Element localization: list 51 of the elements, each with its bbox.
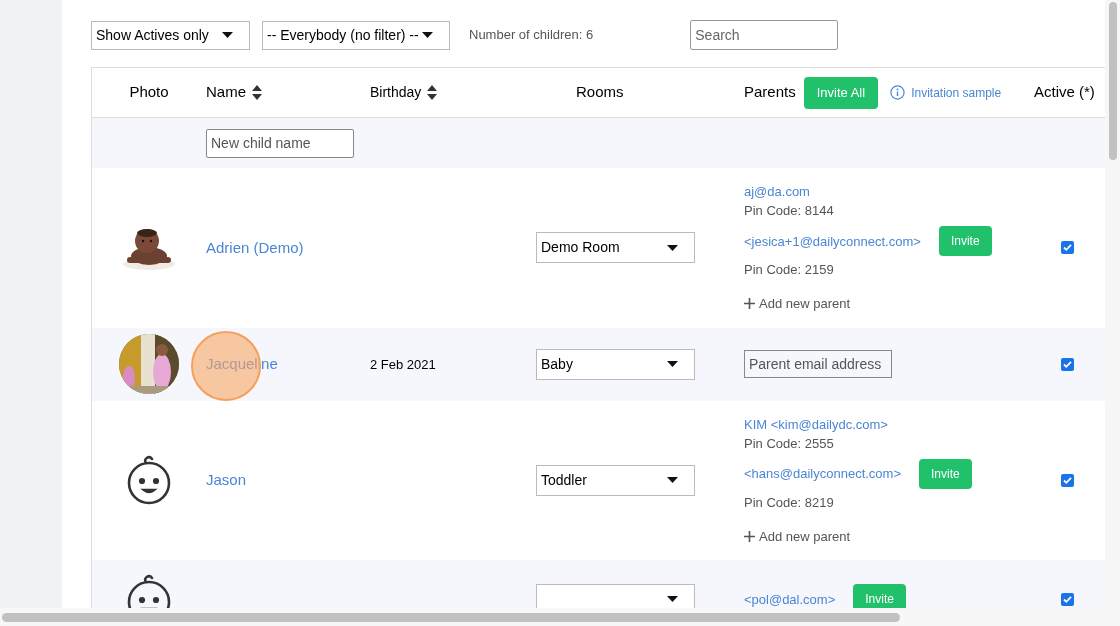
group-select[interactable]: -- Everybody (no filter) -- xyxy=(262,20,450,50)
plus-icon xyxy=(744,530,755,542)
parent-email-link[interactable]: KIM <kim@dailydc.com> xyxy=(744,414,888,434)
parent-email-link[interactable]: aj@da.com xyxy=(744,182,810,201)
sort-icon[interactable] xyxy=(427,85,438,100)
parent-email-field[interactable]: Parent email address xyxy=(744,350,892,378)
sort-icon[interactable] xyxy=(252,85,262,100)
caret-icon xyxy=(667,361,678,367)
pin-code: Pin Code: 8144 xyxy=(744,202,835,220)
invite-button[interactable]: Invite xyxy=(853,584,906,608)
child-name-link[interactable]: Jason xyxy=(206,471,247,489)
vertical-scrollbar[interactable] xyxy=(1108,2,1117,160)
active-checkbox[interactable] xyxy=(1060,473,1074,487)
column-header[interactable]: Birthday xyxy=(370,82,422,103)
pin-code: Pin Code: 2555 xyxy=(744,434,835,453)
parent-email-link[interactable]: <jesica+1@dailyconnect.com> xyxy=(744,231,921,251)
caret-icon xyxy=(667,596,678,602)
column-header[interactable]: Name xyxy=(206,81,246,104)
invite-button[interactable]: Invite xyxy=(938,226,992,256)
caret-icon xyxy=(667,477,678,484)
invitation-sample-link[interactable]: Invitation sample xyxy=(890,83,1002,102)
room-select[interactable]: Baby xyxy=(536,348,695,380)
room-select[interactable]: Toddler xyxy=(536,464,695,496)
pin-code: Pin Code: 2159 xyxy=(744,261,835,279)
parent-email-link[interactable]: <pol@dal.com> xyxy=(744,589,836,608)
column-header: Parents xyxy=(744,82,796,103)
room-select[interactable]: Demo Room xyxy=(536,232,695,264)
caret-icon xyxy=(667,244,678,251)
info-icon xyxy=(890,85,906,100)
caret-icon xyxy=(222,32,233,38)
pin-code: Pin Code: 8219 xyxy=(744,493,835,512)
add-parent-button[interactable]: Add new parent xyxy=(744,526,1034,546)
horizontal-scrollbar[interactable] xyxy=(2,612,900,622)
caret-icon xyxy=(422,32,433,38)
add-parent-button[interactable]: Add new parent xyxy=(744,294,1034,314)
children-count: Number of children: 6 xyxy=(469,26,594,45)
column-header: Active (*) xyxy=(1034,82,1095,103)
birthday: 2 Feb 2021 xyxy=(370,357,436,372)
active-checkbox[interactable] xyxy=(1060,357,1074,371)
column-header: Photo xyxy=(129,82,169,103)
active-checkbox[interactable] xyxy=(1060,241,1074,255)
active-checkbox[interactable] xyxy=(1060,592,1074,606)
status-select[interactable]: Show Actives only xyxy=(91,20,250,50)
invite-button[interactable]: Invite xyxy=(919,458,972,489)
invite-all-button[interactable]: Invite All xyxy=(803,76,879,109)
child-name-link[interactable]: Adrien (Demo) xyxy=(206,238,304,256)
parent-email-link[interactable]: <hans@dailyconnect.com> xyxy=(744,464,901,483)
column-header: Rooms xyxy=(575,82,624,103)
new-child-name-field[interactable]: New child name xyxy=(206,128,354,158)
search-field[interactable]: Search xyxy=(690,20,839,50)
plus-icon xyxy=(744,298,755,310)
